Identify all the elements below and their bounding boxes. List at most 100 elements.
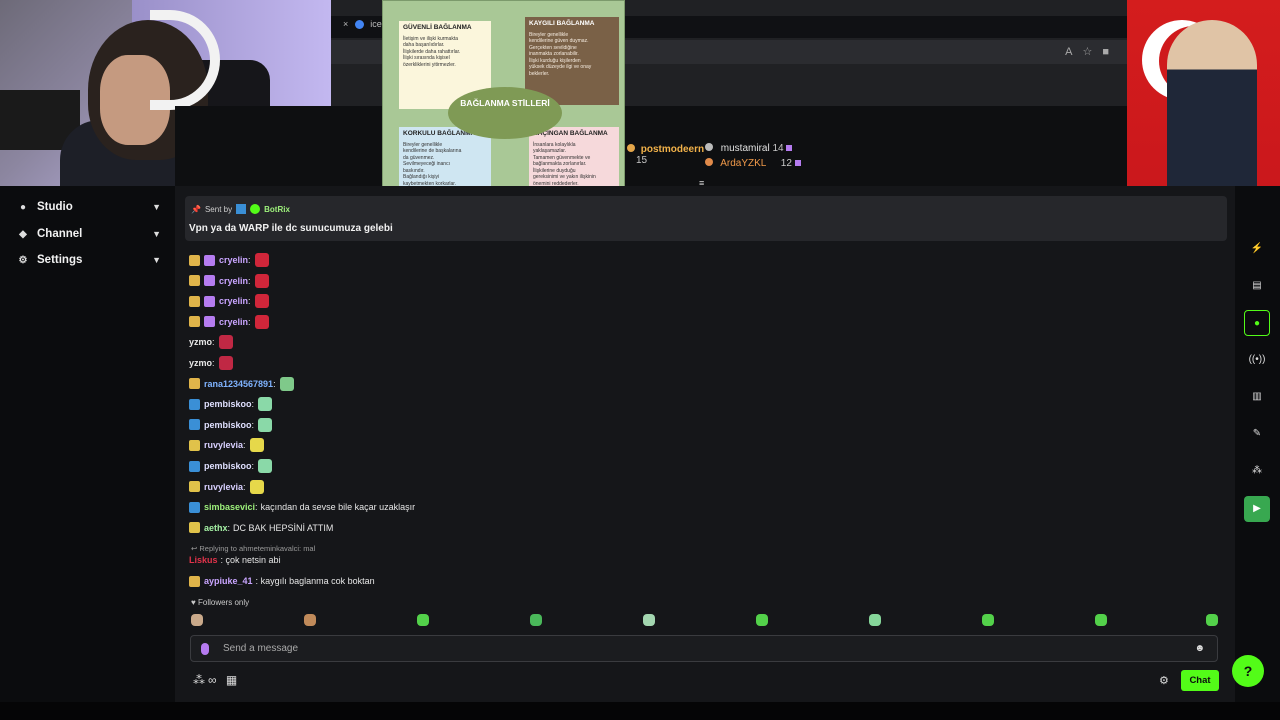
emote-icon[interactable] [249, 479, 264, 494]
sidebar-item-label: Studio [37, 201, 73, 213]
chat-separator: : [212, 358, 215, 368]
leaderboard-entry[interactable]: ArdaYZKL 12 [705, 158, 801, 169]
chat-message[interactable]: aypiuke_41 : kaygılı baglanma cok boktan [189, 573, 375, 589]
microphone-icon[interactable] [201, 643, 209, 655]
chat-message[interactable]: aethx: DC BAK HEPSİNİ ATTIM [189, 520, 333, 536]
poster-center-title: BAĞLANMA STİLLERİ [448, 87, 562, 139]
chat-username[interactable]: pembiskoo [204, 399, 252, 409]
emote-icon[interactable] [254, 314, 269, 329]
user-badge-icon [189, 501, 200, 513]
sub-badge-icon [204, 295, 215, 307]
sidebar-item-studio[interactable]: ● Studio ▼ [0, 194, 175, 220]
chat-username[interactable]: yzmo [189, 358, 212, 368]
chat-username[interactable]: cryelin [219, 276, 248, 286]
chat-username[interactable]: ruvylevia [204, 482, 243, 492]
chat-separator: : [248, 296, 251, 307]
emote-icon[interactable] [218, 356, 233, 370]
chat-message[interactable]: yzmo: [189, 334, 233, 350]
leaderboard-entry[interactable]: postmodeern 15 [627, 144, 704, 166]
pin-icon: 📌 [191, 204, 201, 214]
emote-icon[interactable] [304, 614, 316, 626]
emote-icon[interactable] [258, 397, 273, 412]
emote-icon[interactable] [1206, 614, 1218, 626]
poster-line: özerkliklerini yitirmezler. [403, 61, 456, 68]
bottom-strip [0, 702, 1280, 720]
chat-message[interactable]: cryelin: [189, 252, 269, 268]
emote-icon[interactable] [417, 614, 429, 626]
chat-settings-icon[interactable]: ⚙ [1159, 674, 1169, 687]
chat-send-button[interactable]: Chat [1181, 670, 1219, 691]
leaderboard-entry[interactable]: mustamiral 14 [705, 143, 793, 154]
chat-text: kaçından da sevse bile kaçar uzaklaşır [260, 502, 416, 513]
chat-message[interactable]: Liskus : çok netsin abi [189, 552, 281, 568]
chat-message[interactable]: ruvylevia: [189, 437, 264, 453]
close-icon: × [343, 19, 349, 29]
emote-icon[interactable] [249, 438, 264, 453]
emote-icon[interactable] [254, 294, 269, 309]
chat-bubble-icon[interactable]: ● [1244, 310, 1270, 336]
emote-icon[interactable] [279, 376, 294, 391]
sidebar-item-channel[interactable]: ◆ Channel ▼ [0, 221, 175, 247]
emote-icon[interactable] [643, 614, 655, 626]
chat-username[interactable]: cryelin [219, 255, 248, 265]
wrench-icon[interactable]: ✎ [1244, 421, 1270, 447]
broadcast-icon[interactable]: ((•)) [1244, 347, 1270, 373]
studio-icon: ● [19, 201, 27, 213]
emote-icon[interactable] [254, 253, 269, 267]
chat-username[interactable]: yzmo [189, 337, 212, 347]
chat-username[interactable]: ruvylevia [204, 440, 243, 450]
clapper-icon[interactable]: ▶ [1244, 496, 1270, 522]
emote-icon[interactable] [982, 614, 994, 626]
document-icon[interactable]: ▤ [1244, 273, 1270, 299]
kick-drops-icon[interactable]: ⁂ [1244, 458, 1270, 484]
chat-message[interactable]: yzmo: [189, 355, 233, 371]
chat-username[interactable]: pembiskoo [204, 461, 252, 471]
chat-separator: : [248, 275, 251, 286]
pinned-message[interactable]: 📌 Sent by BotRix Vpn ya da WARP ile dc s… [185, 196, 1227, 241]
kick-drops-icon[interactable]: ⁂ [193, 673, 208, 687]
chat-username[interactable]: aethx [204, 523, 228, 533]
stack-icon[interactable]: ▥ [1244, 384, 1270, 410]
google-icon [354, 20, 364, 30]
emote-icon[interactable] [869, 614, 881, 626]
leader-count: 15 [636, 155, 648, 166]
emote-icon[interactable] [258, 417, 273, 432]
chat-message[interactable]: pembiskoo: [189, 458, 273, 474]
chat-username[interactable]: Liskus [189, 555, 218, 565]
emote-icon[interactable] [756, 614, 768, 626]
emote-icon[interactable] [1095, 614, 1107, 626]
emote-icon[interactable] [254, 273, 269, 288]
emote-icon[interactable] [191, 614, 203, 626]
infinity-icon[interactable]: ∞ [208, 673, 220, 687]
sidebar-item-settings[interactable]: ⚙ Settings ▼ [0, 247, 175, 273]
emote-icon[interactable] [530, 614, 542, 626]
chat-username[interactable]: aypiuke_41 [204, 576, 253, 586]
lightning-icon[interactable]: ⚡ [1244, 236, 1270, 262]
help-icon[interactable]: ? [1232, 655, 1264, 687]
chat-username[interactable]: pembiskoo [204, 420, 252, 430]
chat-message[interactable]: simbasevici: kaçından da sevse bile kaçar… [189, 499, 415, 515]
gear-icon: ⚙ [18, 254, 28, 266]
chat-message[interactable]: ruvylevia: [189, 479, 264, 495]
store-icon[interactable]: ▦ [226, 673, 240, 687]
emote-icon[interactable] [258, 459, 273, 473]
chat-message[interactable]: pembiskoo: [189, 417, 273, 433]
chat-message[interactable]: rana1234567891: [189, 376, 294, 392]
chat-separator: : [227, 522, 231, 533]
chat-input[interactable]: Send a message ☻ [190, 635, 1218, 662]
chat-message[interactable]: cryelin: [189, 273, 269, 289]
chat-separator: : [255, 502, 258, 513]
pinned-sender: 📌 Sent by BotRix [191, 204, 290, 214]
chat-username[interactable]: simbasevici [204, 502, 255, 512]
chat-message[interactable]: cryelin: [189, 293, 269, 309]
chat-username[interactable]: rana1234567891 [204, 379, 273, 389]
emoji-icon[interactable]: ☻ [1194, 643, 1205, 654]
chat-message[interactable]: pembiskoo: [189, 396, 273, 412]
chat-message[interactable]: cryelin: [189, 314, 269, 330]
chat-username[interactable]: cryelin [219, 296, 248, 306]
sub-badge-icon [204, 316, 215, 328]
poster-heading: GÜVENLİ BAĞLANMA [403, 24, 472, 31]
chat-username[interactable]: cryelin [219, 317, 248, 327]
poster-heading: KAÇINGAN BAĞLANMA [533, 130, 608, 137]
emote-icon[interactable] [218, 335, 233, 350]
